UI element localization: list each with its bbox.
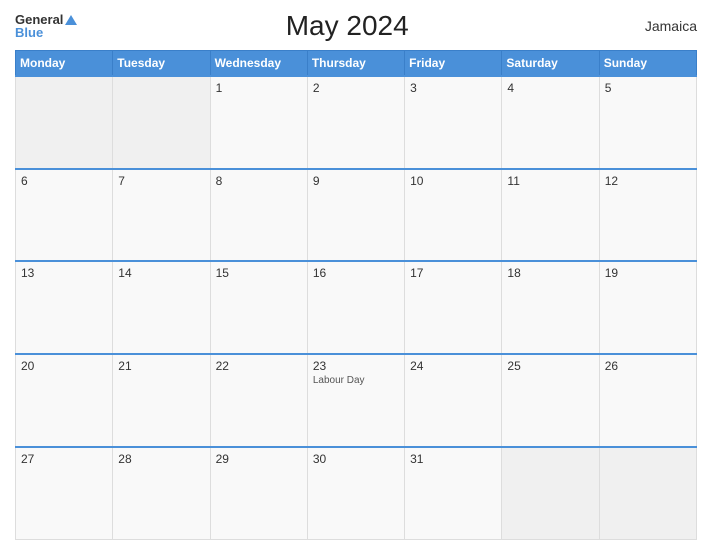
day-number: 6: [21, 174, 107, 188]
table-row: 13: [16, 261, 113, 354]
table-row: 23 Labour Day: [307, 354, 404, 447]
day-event: Labour Day: [313, 375, 399, 386]
day-number: 11: [507, 174, 593, 188]
col-friday: Friday: [405, 51, 502, 77]
day-number: 26: [605, 359, 691, 373]
table-row: 1: [210, 76, 307, 169]
table-row: 22: [210, 354, 307, 447]
table-row: [16, 76, 113, 169]
calendar-week-row: 20 21 22 23 Labour Day 24 25 26: [16, 354, 697, 447]
table-row: 10: [405, 169, 502, 262]
table-row: 8: [210, 169, 307, 262]
day-number: 27: [21, 452, 107, 466]
table-row: [599, 447, 696, 540]
day-number: 1: [216, 81, 302, 95]
table-row: 24: [405, 354, 502, 447]
day-number: 28: [118, 452, 204, 466]
table-row: 6: [16, 169, 113, 262]
table-row: 16: [307, 261, 404, 354]
table-row: 4: [502, 76, 599, 169]
table-row: 5: [599, 76, 696, 169]
day-number: 4: [507, 81, 593, 95]
table-row: 20: [16, 354, 113, 447]
calendar-page: General Blue May 2024 Jamaica Monday Tue…: [0, 0, 712, 550]
table-row: 25: [502, 354, 599, 447]
table-row: 29: [210, 447, 307, 540]
day-number: 18: [507, 266, 593, 280]
table-row: [502, 447, 599, 540]
header: General Blue May 2024 Jamaica: [15, 10, 697, 42]
day-number: 5: [605, 81, 691, 95]
table-row: 28: [113, 447, 210, 540]
day-number: 13: [21, 266, 107, 280]
table-row: 17: [405, 261, 502, 354]
calendar-week-row: 27 28 29 30 31: [16, 447, 697, 540]
table-row: 21: [113, 354, 210, 447]
table-row: 2: [307, 76, 404, 169]
day-number: 2: [313, 81, 399, 95]
day-number: 23: [313, 359, 399, 373]
day-number: 19: [605, 266, 691, 280]
table-row: 7: [113, 169, 210, 262]
col-tuesday: Tuesday: [113, 51, 210, 77]
table-row: 31: [405, 447, 502, 540]
col-sunday: Sunday: [599, 51, 696, 77]
calendar-week-row: 13 14 15 16 17 18 19: [16, 261, 697, 354]
table-row: 15: [210, 261, 307, 354]
day-number: 7: [118, 174, 204, 188]
day-number: 20: [21, 359, 107, 373]
day-number: 30: [313, 452, 399, 466]
col-wednesday: Wednesday: [210, 51, 307, 77]
day-number: 31: [410, 452, 496, 466]
day-number: 12: [605, 174, 691, 188]
table-row: [113, 76, 210, 169]
day-number: 9: [313, 174, 399, 188]
calendar-table: Monday Tuesday Wednesday Thursday Friday…: [15, 50, 697, 540]
logo-blue-text: Blue: [15, 26, 77, 39]
col-thursday: Thursday: [307, 51, 404, 77]
day-number: 8: [216, 174, 302, 188]
table-row: 3: [405, 76, 502, 169]
table-row: 26: [599, 354, 696, 447]
table-row: 18: [502, 261, 599, 354]
day-number: 22: [216, 359, 302, 373]
day-number: 14: [118, 266, 204, 280]
calendar-header-row: Monday Tuesday Wednesday Thursday Friday…: [16, 51, 697, 77]
calendar-week-row: 6789 10 11 12: [16, 169, 697, 262]
day-number: 29: [216, 452, 302, 466]
day-number: 3: [410, 81, 496, 95]
table-row: 9: [307, 169, 404, 262]
day-number: 21: [118, 359, 204, 373]
country-label: Jamaica: [617, 18, 697, 34]
day-number: 15: [216, 266, 302, 280]
table-row: 11: [502, 169, 599, 262]
day-number: 10: [410, 174, 496, 188]
day-number: 24: [410, 359, 496, 373]
col-monday: Monday: [16, 51, 113, 77]
table-row: 12: [599, 169, 696, 262]
calendar-week-row: 12345: [16, 76, 697, 169]
day-number: 17: [410, 266, 496, 280]
logo: General Blue: [15, 13, 77, 39]
day-number: 16: [313, 266, 399, 280]
table-row: 27: [16, 447, 113, 540]
logo-triangle-icon: [65, 15, 77, 25]
col-saturday: Saturday: [502, 51, 599, 77]
table-row: 14: [113, 261, 210, 354]
calendar-title: May 2024: [77, 10, 617, 42]
table-row: 30: [307, 447, 404, 540]
day-number: 25: [507, 359, 593, 373]
table-row: 19: [599, 261, 696, 354]
